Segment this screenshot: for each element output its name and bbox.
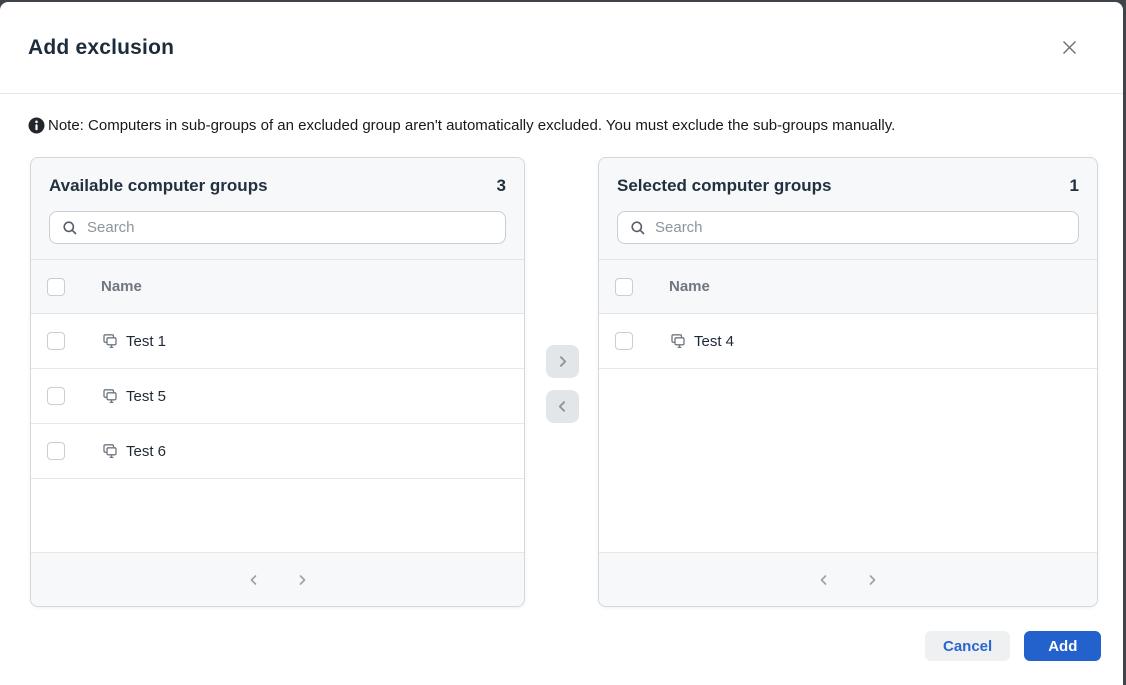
pagination-prev-button[interactable] bbox=[812, 568, 836, 592]
table-row[interactable]: Test 1 bbox=[31, 314, 524, 369]
available-table-body: Test 1 Test 5 bbox=[31, 314, 524, 552]
transfer-controls bbox=[546, 345, 579, 423]
info-icon bbox=[28, 117, 45, 134]
search-icon bbox=[630, 220, 646, 236]
row-checkbox[interactable] bbox=[47, 442, 65, 460]
available-pagination bbox=[31, 552, 524, 606]
chevron-left-icon bbox=[818, 574, 830, 586]
move-right-button[interactable] bbox=[546, 345, 579, 378]
selected-table-body: Test 4 bbox=[599, 314, 1097, 552]
row-checkbox[interactable] bbox=[47, 387, 65, 405]
name-column-header: Name bbox=[669, 278, 710, 295]
chevron-left-icon bbox=[248, 574, 260, 586]
available-panel-title: Available computer groups bbox=[49, 176, 268, 196]
search-icon bbox=[62, 220, 78, 236]
row-checkbox[interactable] bbox=[615, 332, 633, 350]
note-text: Note: Computers in sub-groups of an excl… bbox=[48, 117, 895, 134]
group-name: Test 1 bbox=[126, 333, 166, 350]
add-button[interactable]: Add bbox=[1024, 631, 1101, 661]
available-count: 3 bbox=[497, 176, 506, 196]
table-row[interactable]: Test 5 bbox=[31, 369, 524, 424]
available-search-input[interactable] bbox=[87, 219, 493, 236]
pagination-next-button[interactable] bbox=[860, 568, 884, 592]
selected-search-input[interactable] bbox=[655, 219, 1066, 236]
table-row[interactable]: Test 6 bbox=[31, 424, 524, 479]
group-name: Test 6 bbox=[126, 443, 166, 460]
available-panel-head: Available computer groups 3 bbox=[31, 158, 524, 259]
chevron-right-icon bbox=[866, 574, 878, 586]
computer-group-icon bbox=[669, 332, 687, 350]
selected-count: 1 bbox=[1070, 176, 1079, 196]
pagination-next-button[interactable] bbox=[290, 568, 314, 592]
selected-panel-title: Selected computer groups bbox=[617, 176, 831, 196]
computer-group-icon bbox=[101, 387, 119, 405]
dialog-title: Add exclusion bbox=[28, 36, 174, 60]
available-search-box bbox=[49, 211, 506, 244]
group-name: Test 5 bbox=[126, 388, 166, 405]
add-exclusion-dialog: Add exclusion Note: Computers in sub-gro… bbox=[0, 2, 1123, 685]
move-left-button[interactable] bbox=[546, 390, 579, 423]
selected-table-header: Name bbox=[599, 259, 1097, 314]
selected-select-all-checkbox[interactable] bbox=[615, 278, 633, 296]
name-column-header: Name bbox=[101, 278, 142, 295]
note-banner: Note: Computers in sub-groups of an excl… bbox=[28, 117, 1095, 134]
selected-groups-panel: Selected computer groups 1 Name bbox=[598, 157, 1098, 607]
available-table-header: Name bbox=[31, 259, 524, 314]
dialog-header: Add exclusion bbox=[0, 2, 1123, 94]
computer-group-icon bbox=[101, 442, 119, 460]
chevron-right-icon bbox=[296, 574, 308, 586]
chevron-right-icon bbox=[556, 355, 569, 368]
close-button[interactable] bbox=[1055, 34, 1083, 62]
dialog-actions: Cancel Add bbox=[925, 631, 1101, 661]
available-select-all-checkbox[interactable] bbox=[47, 278, 65, 296]
computer-group-icon bbox=[101, 332, 119, 350]
available-groups-panel: Available computer groups 3 Name bbox=[30, 157, 525, 607]
pagination-prev-button[interactable] bbox=[242, 568, 266, 592]
row-checkbox[interactable] bbox=[47, 332, 65, 350]
table-row[interactable]: Test 4 bbox=[599, 314, 1097, 369]
close-icon bbox=[1061, 39, 1078, 56]
cancel-button[interactable]: Cancel bbox=[925, 631, 1010, 661]
selected-panel-head: Selected computer groups 1 bbox=[599, 158, 1097, 259]
selected-pagination bbox=[599, 552, 1097, 606]
group-name: Test 4 bbox=[694, 333, 734, 350]
selected-search-box bbox=[617, 211, 1079, 244]
chevron-left-icon bbox=[556, 400, 569, 413]
